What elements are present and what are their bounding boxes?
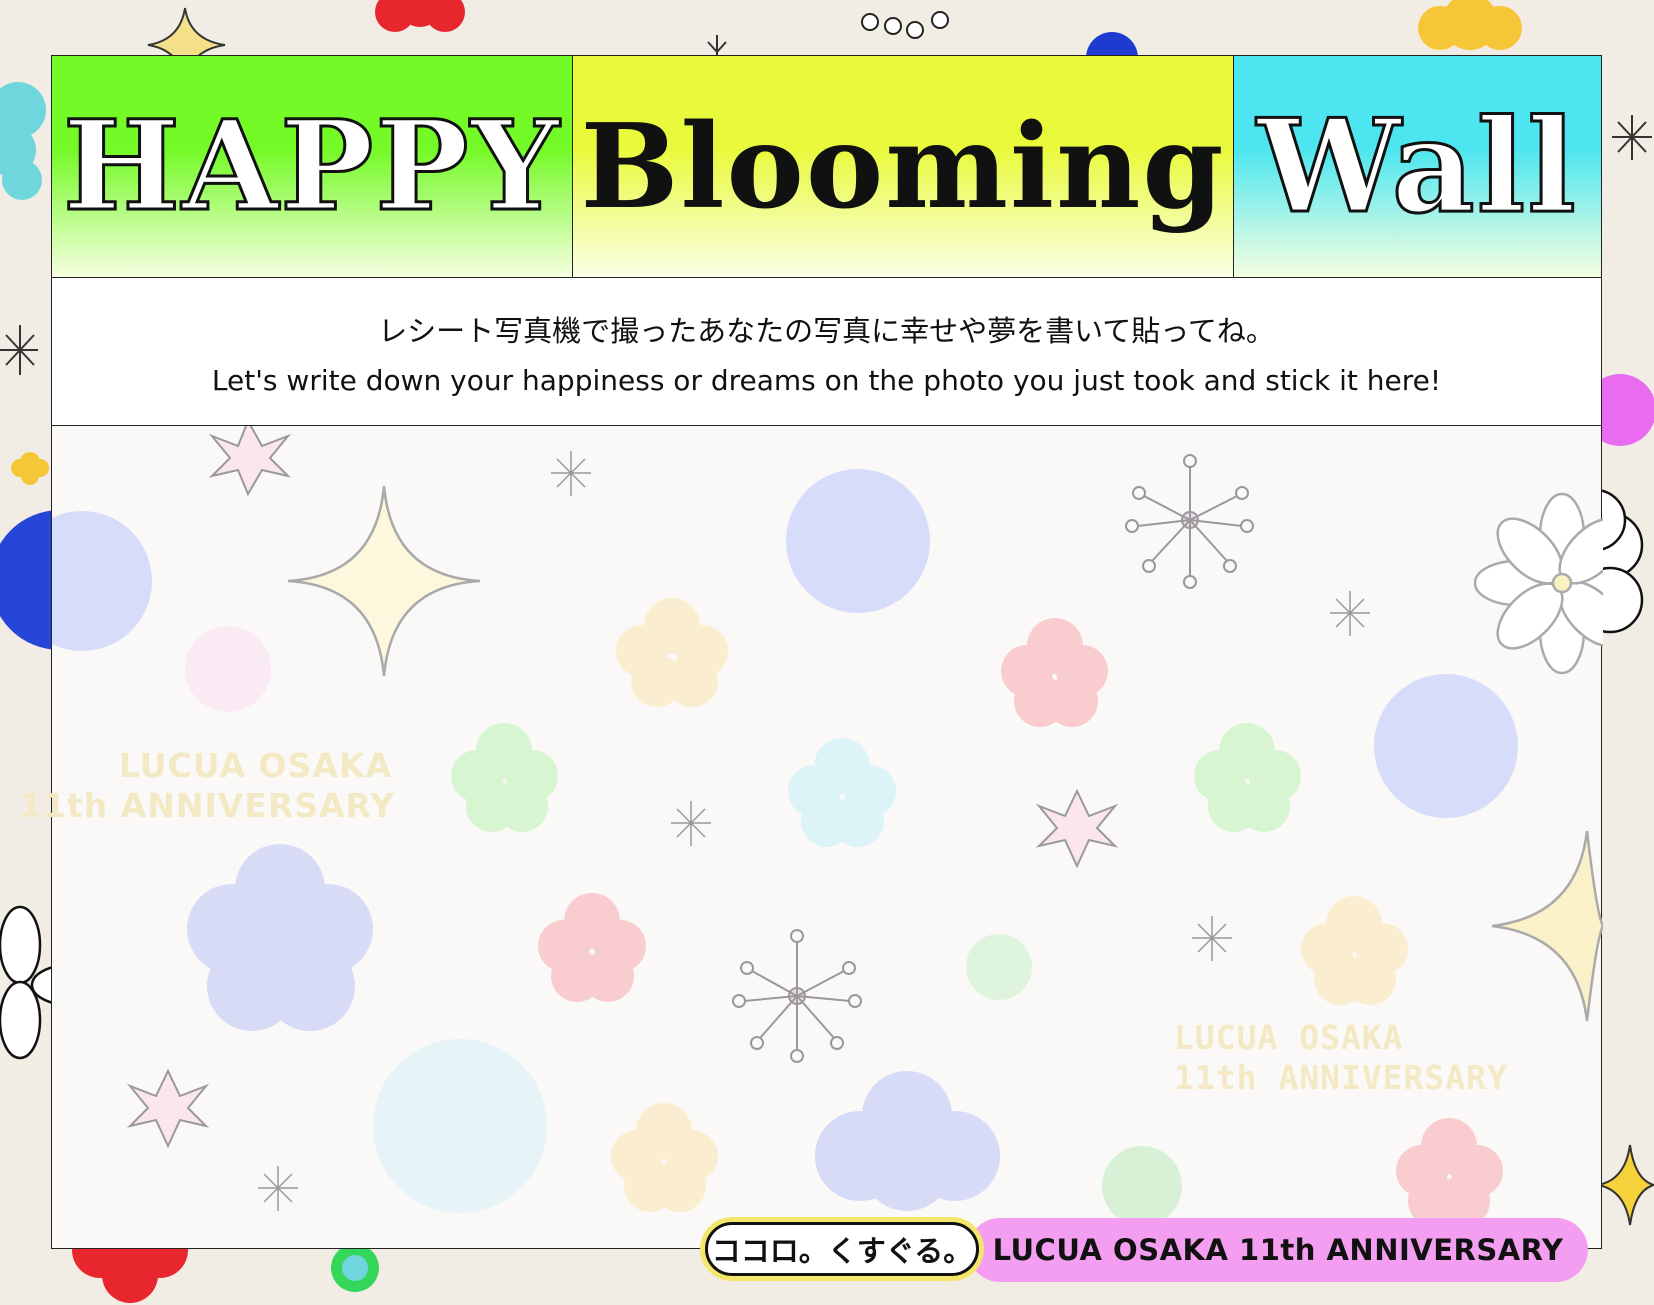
burst-icon — [1125, 454, 1254, 589]
watermark-left-line1: LUCUA OSAKA — [118, 746, 392, 785]
flower-icon — [451, 723, 558, 832]
flower-icon — [1194, 723, 1301, 832]
star-icon — [126, 1068, 210, 1149]
flower-icon — [611, 1103, 718, 1212]
instructions-english: Let's write down your happiness or dream… — [211, 364, 1442, 397]
checker-circle-icon — [185, 626, 271, 712]
asterisk-icon — [551, 451, 591, 496]
flower-icon — [1396, 1118, 1503, 1227]
flower-icon — [788, 738, 896, 847]
daisy-icon — [1473, 492, 1603, 675]
star-icon — [707, 35, 727, 55]
watermark-left: LUCUA OSAKA 11th ANNIVERSARY — [19, 746, 396, 826]
title-blooming: Blooming — [580, 98, 1226, 235]
halftone-circle-icon — [52, 511, 152, 651]
flower-icon — [616, 598, 728, 707]
ring-icon-center — [342, 1255, 368, 1281]
title-happy-cell: HAPPY — [52, 56, 573, 277]
flower-icon — [11, 452, 49, 485]
flower-icon — [1301, 896, 1408, 1005]
watermark-left-line2: 11th ANNIVERSARY — [19, 786, 396, 825]
happy-blooming-wall-board: HAPPY Blooming Wall レシート写真機で撮ったあなたの写真に幸せ… — [19, 55, 1603, 1249]
sparkle-icon — [1597, 1144, 1654, 1226]
halftone-circle-icon — [786, 469, 930, 613]
tagline-badge: ココロ。くすぐる。 — [705, 1222, 979, 1276]
flower-icon — [1001, 618, 1108, 727]
flower-icon — [0, 82, 46, 200]
title-wall: Wall — [1256, 90, 1578, 243]
asterisk-icon — [0, 325, 38, 375]
asterisk-icon — [671, 801, 711, 846]
pinwheel-circle-icon — [373, 1039, 547, 1213]
instructions-japanese: レシート写真機で撮ったあなたの写真に幸せや夢を書いて貼ってね。 — [378, 314, 1275, 348]
title-happy: HAPPY — [61, 93, 562, 241]
title-blooming-cell: Blooming — [573, 56, 1234, 277]
title-banner: HAPPY Blooming Wall — [52, 56, 1601, 278]
checker-circle-icon — [966, 934, 1032, 1000]
sparkle-icon — [1491, 830, 1603, 1022]
burst-icon — [732, 929, 862, 1063]
title-wall-cell: Wall — [1234, 56, 1601, 277]
asterisk-icon — [258, 1166, 298, 1211]
watermark-right-line2: 11th ANNIVERSARY — [1174, 1058, 1508, 1097]
big-flower-icon — [187, 844, 373, 1031]
halftone-circle-icon — [1374, 674, 1518, 818]
watermark-right: LUCUA OSAKA 11th ANNIVERSARY — [1174, 1018, 1508, 1098]
flower-icon — [375, 0, 465, 32]
flower-icon — [1418, 0, 1522, 50]
anniversary-badge: LUCUA OSAKA 11th ANNIVERSARY — [968, 1218, 1588, 1282]
flower-icon — [538, 893, 646, 1002]
asterisk-icon — [1330, 591, 1370, 636]
instructions-panel: レシート写真機で撮ったあなたの写真に幸せや夢を書いて貼ってね。 Let's wr… — [52, 278, 1601, 426]
big-flower-icon — [815, 1071, 1000, 1211]
burst-icon — [861, 11, 949, 39]
asterisk-icon — [1612, 115, 1652, 160]
watermark-right-line1: LUCUA OSAKA — [1174, 1018, 1404, 1057]
dot-icon — [1102, 1146, 1182, 1226]
asterisk-icon — [1192, 916, 1232, 961]
star-icon — [208, 418, 292, 497]
star-icon — [1035, 788, 1119, 869]
sparkle-icon — [287, 485, 481, 677]
